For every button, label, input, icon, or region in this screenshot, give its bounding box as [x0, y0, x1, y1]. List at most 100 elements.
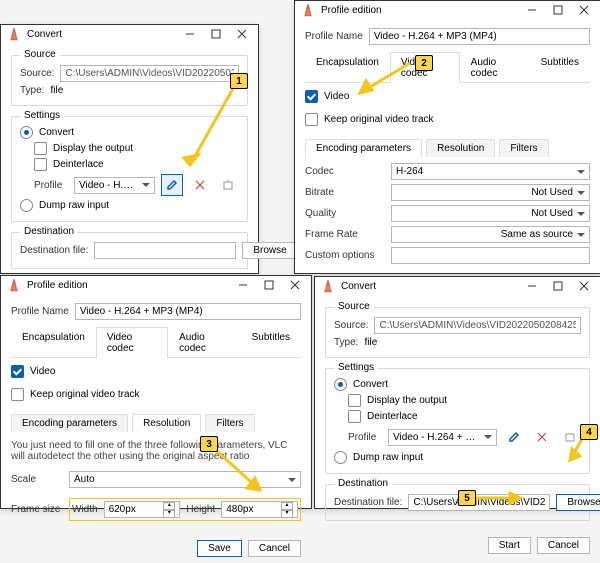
profile-edition-window-1: Profile edition Profile Name Encapsulati… — [294, 0, 600, 274]
subtab-resolution[interactable]: Resolution — [426, 139, 495, 157]
video-check[interactable] — [305, 90, 318, 103]
main-tabs: Encapsulation Video codec Audio codec Su… — [11, 327, 301, 358]
subtab-filters[interactable]: Filters — [499, 139, 548, 157]
chevron-down-icon — [288, 478, 296, 482]
source-label: Source: — [20, 68, 54, 79]
source-field[interactable] — [374, 317, 581, 334]
tab-encapsulation[interactable]: Encapsulation — [11, 327, 96, 358]
chevron-down-icon — [484, 435, 492, 439]
height-spin[interactable]: 480px▴▾ — [221, 501, 298, 518]
settings-group: Settings Convert Display the output Dein… — [11, 116, 248, 222]
tab-video-codec[interactable]: Video codec — [96, 327, 168, 358]
close-icon[interactable] — [285, 276, 305, 294]
tab-audio-codec[interactable]: Audio codec — [168, 327, 241, 358]
source-group: Source Source: Type: file — [11, 55, 248, 106]
tab-encapsulation[interactable]: Encapsulation — [305, 52, 390, 83]
dest-file-label: Destination file: — [20, 245, 88, 256]
tab-subtitles[interactable]: Subtitles — [530, 52, 590, 83]
bitrate-combo[interactable]: Not Used — [391, 184, 590, 201]
chevron-down-icon — [577, 233, 585, 237]
callout-4: 4 — [580, 424, 598, 440]
edit-profile-icon[interactable] — [161, 174, 183, 196]
dump-radio[interactable] — [20, 199, 33, 212]
tab-subtitles[interactable]: Subtitles — [241, 327, 301, 358]
chevron-down-icon — [577, 212, 585, 216]
codec-combo[interactable]: H-264 — [391, 163, 590, 180]
dest-file-field[interactable] — [408, 494, 550, 511]
maximize-icon[interactable] — [259, 276, 279, 294]
keep-original-check[interactable] — [305, 113, 318, 126]
minimize-icon[interactable] — [522, 1, 542, 19]
keep-original-check[interactable] — [11, 388, 24, 401]
width-spin[interactable]: 620px▴▾ — [104, 501, 181, 518]
profile-label: Profile — [34, 180, 68, 191]
vlc-icon — [321, 279, 335, 293]
custom-options-field[interactable] — [391, 247, 590, 264]
subtab-encoding[interactable]: Encoding parameters — [11, 414, 128, 432]
resolution-hint: You just need to fill one of the three f… — [11, 438, 301, 464]
scale-combo[interactable]: Auto — [69, 471, 301, 488]
close-icon[interactable] — [574, 277, 594, 295]
subtab-filters[interactable]: Filters — [205, 414, 254, 432]
frame-size-label: Frame size — [11, 504, 63, 515]
convert-radio[interactable] — [334, 378, 347, 391]
maximize-icon[interactable] — [548, 277, 568, 295]
profile-combo[interactable]: Video - H.264 + MP3 (MP4) — [74, 177, 155, 194]
deinterlace-check[interactable] — [348, 410, 361, 423]
cancel-button[interactable]: Cancel — [537, 537, 590, 554]
new-profile-icon[interactable] — [217, 174, 239, 196]
edit-profile-icon[interactable] — [503, 426, 525, 448]
profile-name-label: Profile Name — [305, 31, 363, 42]
quality-combo[interactable]: Not Used — [391, 205, 590, 222]
convert-window-1: Convert Source Source: Type: file Settin… — [0, 24, 259, 274]
profile-name-field[interactable] — [75, 303, 301, 320]
minimize-icon[interactable] — [233, 276, 253, 294]
maximize-icon[interactable] — [548, 1, 568, 19]
tab-audio-codec[interactable]: Audio codec — [460, 52, 530, 83]
profile-combo[interactable]: Video - H.264 + MP3 (MP4) — [388, 429, 497, 446]
titlebar: Convert — [315, 277, 600, 295]
delete-profile-icon[interactable] — [189, 174, 211, 196]
dest-file-field[interactable] — [94, 242, 236, 259]
start-button[interactable]: Start — [488, 537, 531, 554]
close-icon[interactable] — [574, 1, 594, 19]
framerate-combo[interactable]: Same as source — [391, 226, 590, 243]
minimize-icon[interactable] — [180, 25, 200, 43]
callout-5: 5 — [458, 490, 476, 506]
cancel-button[interactable]: Cancel — [248, 540, 301, 557]
titlebar: Convert — [1, 25, 258, 43]
chevron-down-icon — [142, 183, 150, 187]
window-title: Convert — [27, 29, 62, 40]
type-label: Type: — [20, 85, 44, 96]
source-field[interactable] — [60, 65, 239, 82]
vlc-icon — [7, 27, 21, 41]
scale-label: Scale — [11, 474, 63, 485]
profile-name-field[interactable] — [369, 28, 590, 45]
video-check[interactable] — [11, 365, 24, 378]
vlc-icon — [301, 3, 315, 17]
sub-tabs: Encoding parameters Resolution Filters — [305, 139, 590, 157]
subtab-resolution[interactable]: Resolution — [132, 414, 201, 432]
window-title: Convert — [341, 281, 376, 292]
subtab-encoding[interactable]: Encoding parameters — [305, 139, 422, 157]
callout-1: 1 — [230, 73, 248, 89]
display-output-check[interactable] — [34, 142, 47, 155]
chevron-down-icon — [577, 170, 585, 174]
source-group: Source Source: Type: file — [325, 307, 590, 358]
main-tabs: Encapsulation Video codec Audio codec Su… — [305, 52, 590, 83]
browse-button[interactable]: Browse — [242, 242, 297, 259]
new-profile-icon[interactable] — [559, 426, 581, 448]
profile-name-label: Profile Name — [11, 306, 69, 317]
dump-radio[interactable] — [334, 451, 347, 464]
maximize-icon[interactable] — [206, 25, 226, 43]
sub-tabs: Encoding parameters Resolution Filters — [11, 414, 301, 432]
titlebar: Profile edition — [1, 276, 311, 294]
deinterlace-check[interactable] — [34, 158, 47, 171]
minimize-icon[interactable] — [522, 277, 542, 295]
browse-button[interactable]: Browse — [556, 494, 600, 511]
close-icon[interactable] — [232, 25, 252, 43]
convert-radio[interactable] — [20, 126, 33, 139]
delete-profile-icon[interactable] — [531, 426, 553, 448]
display-output-check[interactable] — [348, 394, 361, 407]
save-button[interactable]: Save — [197, 540, 242, 557]
